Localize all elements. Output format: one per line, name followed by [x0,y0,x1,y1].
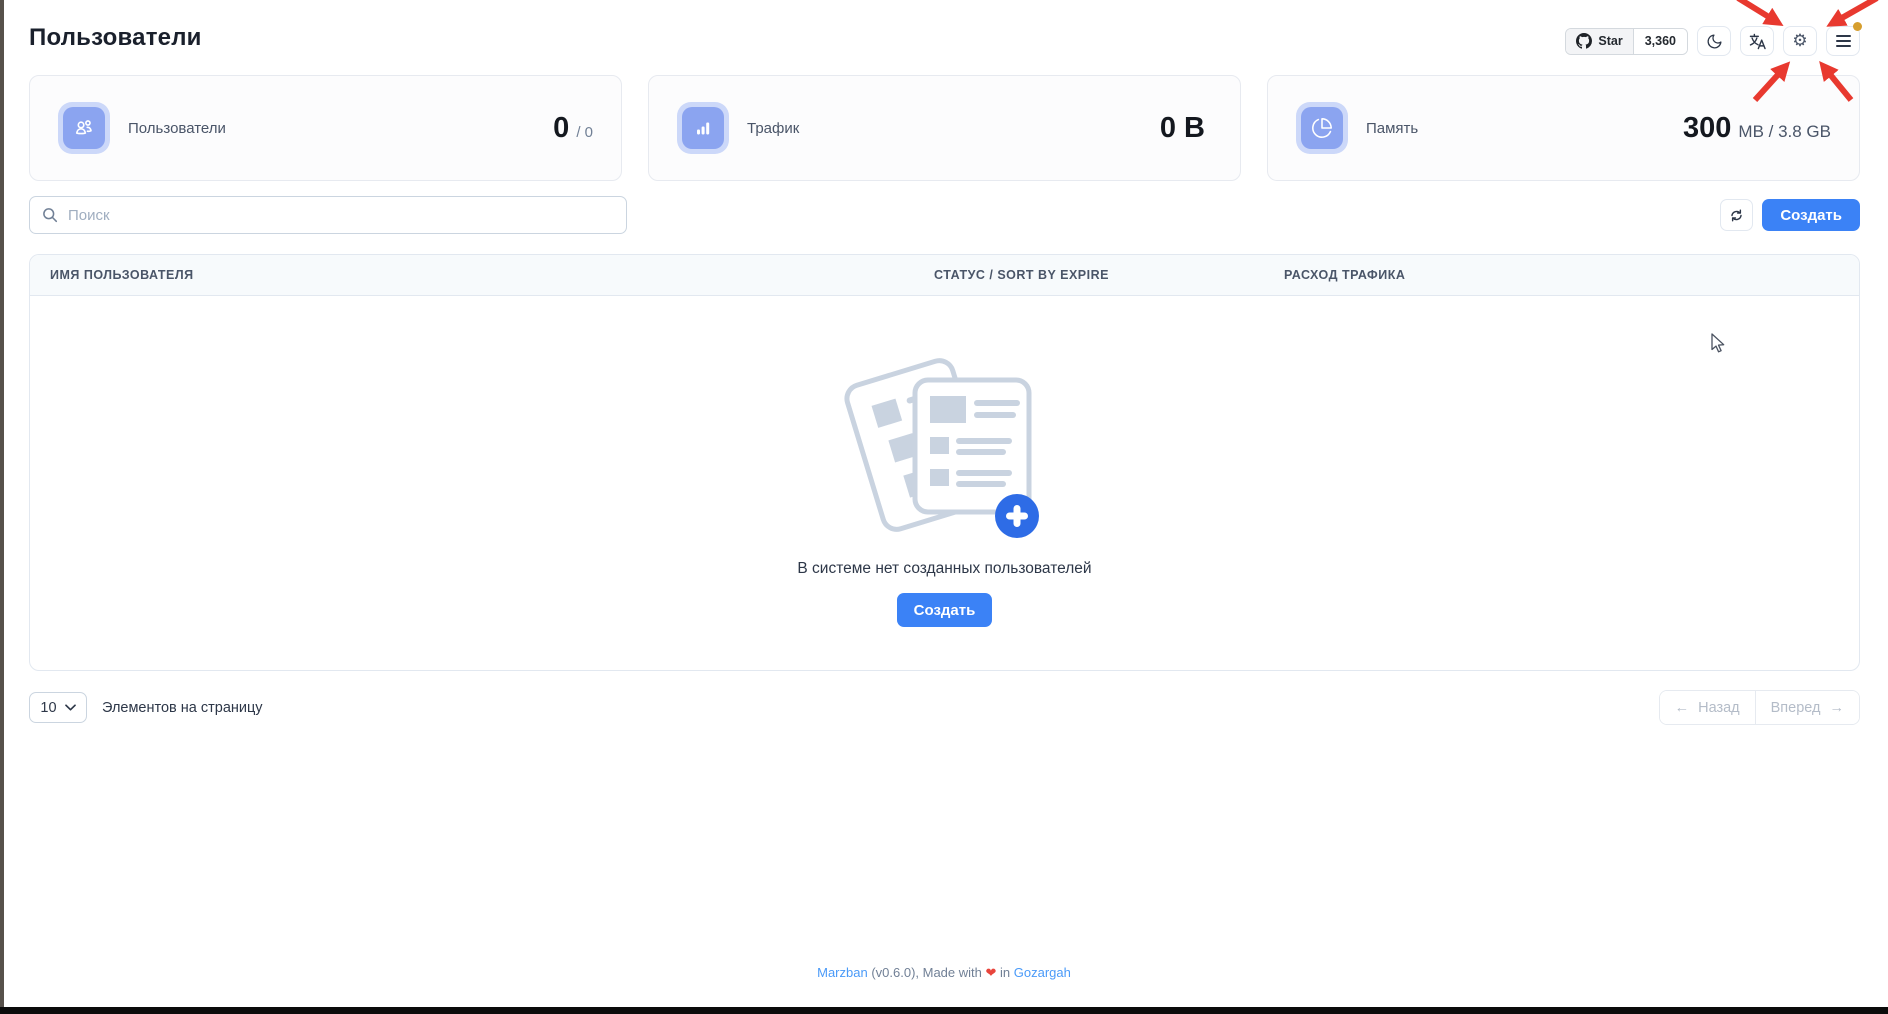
menu-button[interactable] [1826,26,1860,56]
language-button[interactable] [1740,26,1774,56]
github-star-label: Star [1598,34,1622,48]
prev-page-button[interactable]: ← Назад [1660,691,1755,724]
users-icon [72,116,96,140]
chevron-down-icon [65,704,76,711]
refresh-button[interactable] [1720,199,1753,231]
empty-create-button[interactable]: Создать [897,593,993,627]
annotation-arrow-top-left [1738,0,1777,22]
pie-chart-icon [1311,117,1333,139]
marzban-link[interactable]: Marzban [817,965,868,980]
arrow-left-icon: ← [1675,700,1690,716]
translate-icon [1748,32,1767,51]
dark-mode-button[interactable] [1697,26,1731,56]
top-bar: Пользователи Star 3,360 [29,24,1860,56]
users-icon-chip [58,102,110,154]
page-size-select[interactable]: 10 [29,692,87,723]
add-plus-icon [995,494,1039,538]
users-stat-card: Пользователи 0 / 0 [29,75,622,181]
memory-stat-card: Память 300 MB / 3.8 GB [1267,75,1860,181]
memory-icon-chip [1296,102,1348,154]
traffic-icon-chip [677,102,729,154]
pager-group: ← Назад Вперед → [1659,690,1860,725]
footer-in-text: in [1000,965,1010,980]
users-stat-value: 0 / 0 [553,112,593,145]
users-table: ИМЯ ПОЛЬЗОВАТЕЛЯ СТАТУС / SORT BY EXPIRE… [29,254,1860,671]
pagination-bar: 10 Элементов на страницу ← Назад Вперед … [29,690,1860,725]
table-header-row: ИМЯ ПОЛЬЗОВАТЕЛЯ СТАТУС / SORT BY EXPIRE… [30,255,1859,296]
page-size-label: Элементов на страницу [102,700,263,716]
settings-button[interactable]: ⚙ [1783,26,1817,56]
traffic-stat-label: Трафик [747,120,799,137]
github-star-count[interactable]: 3,360 [1634,29,1687,54]
traffic-stat-card: Трафик 0 B [648,75,1241,181]
create-user-button[interactable]: Создать [1762,199,1860,231]
page-title: Пользователи [29,24,202,52]
column-header-status-sort[interactable]: СТАТУС / SORT BY EXPIRE [914,268,1264,282]
footer: Marzban (v0.6.0), Made with ❤ in Gozarga… [0,965,1888,981]
github-star-button[interactable]: Star [1566,29,1633,54]
gear-icon: ⚙ [1792,33,1807,50]
memory-stat-label: Память [1366,120,1418,137]
users-stat-label: Пользователи [128,120,226,137]
moon-icon [1706,33,1723,50]
traffic-stat-value: 0 B [1160,112,1212,145]
column-header-traffic[interactable]: РАСХОД ТРАФИКА [1264,268,1859,282]
empty-documents-illustration [839,340,1051,544]
window-left-edge [0,0,4,1014]
memory-stat-value: 300 MB / 3.8 GB [1683,112,1831,145]
search-input[interactable] [29,196,627,234]
column-header-username[interactable]: ИМЯ ПОЛЬЗОВАТЕЛЯ [30,268,914,282]
hamburger-icon [1836,35,1851,47]
arrow-right-icon: → [1830,700,1845,716]
github-star-badge[interactable]: Star 3,360 [1565,28,1688,55]
gozargah-link[interactable]: Gozargah [1014,965,1071,980]
stat-cards: Пользователи 0 / 0 Трафик 0 B [29,75,1860,181]
empty-state: В системе нет созданных пользователей Со… [30,296,1859,671]
header-controls: Star 3,360 ⚙ [1565,26,1860,56]
heart-icon: ❤ [986,966,997,981]
window-bottom-edge [0,1007,1888,1014]
search-box [29,196,627,234]
marzban-users-page: Пользователи Star 3,360 [0,0,1888,1014]
next-page-button[interactable]: Вперед → [1755,691,1859,724]
notification-dot [1853,22,1862,31]
refresh-icon [1728,207,1745,224]
bar-chart-icon [692,117,714,139]
footer-version-text: (v0.6.0), Made with [871,965,982,980]
annotation-arrow-top-right [1833,0,1877,23]
toolbar-actions: Создать [1720,199,1860,231]
users-toolbar: Создать [29,196,1860,234]
page-size-value: 10 [40,700,56,716]
empty-state-message: В системе нет созданных пользователей [797,560,1091,578]
github-icon [1576,33,1592,49]
